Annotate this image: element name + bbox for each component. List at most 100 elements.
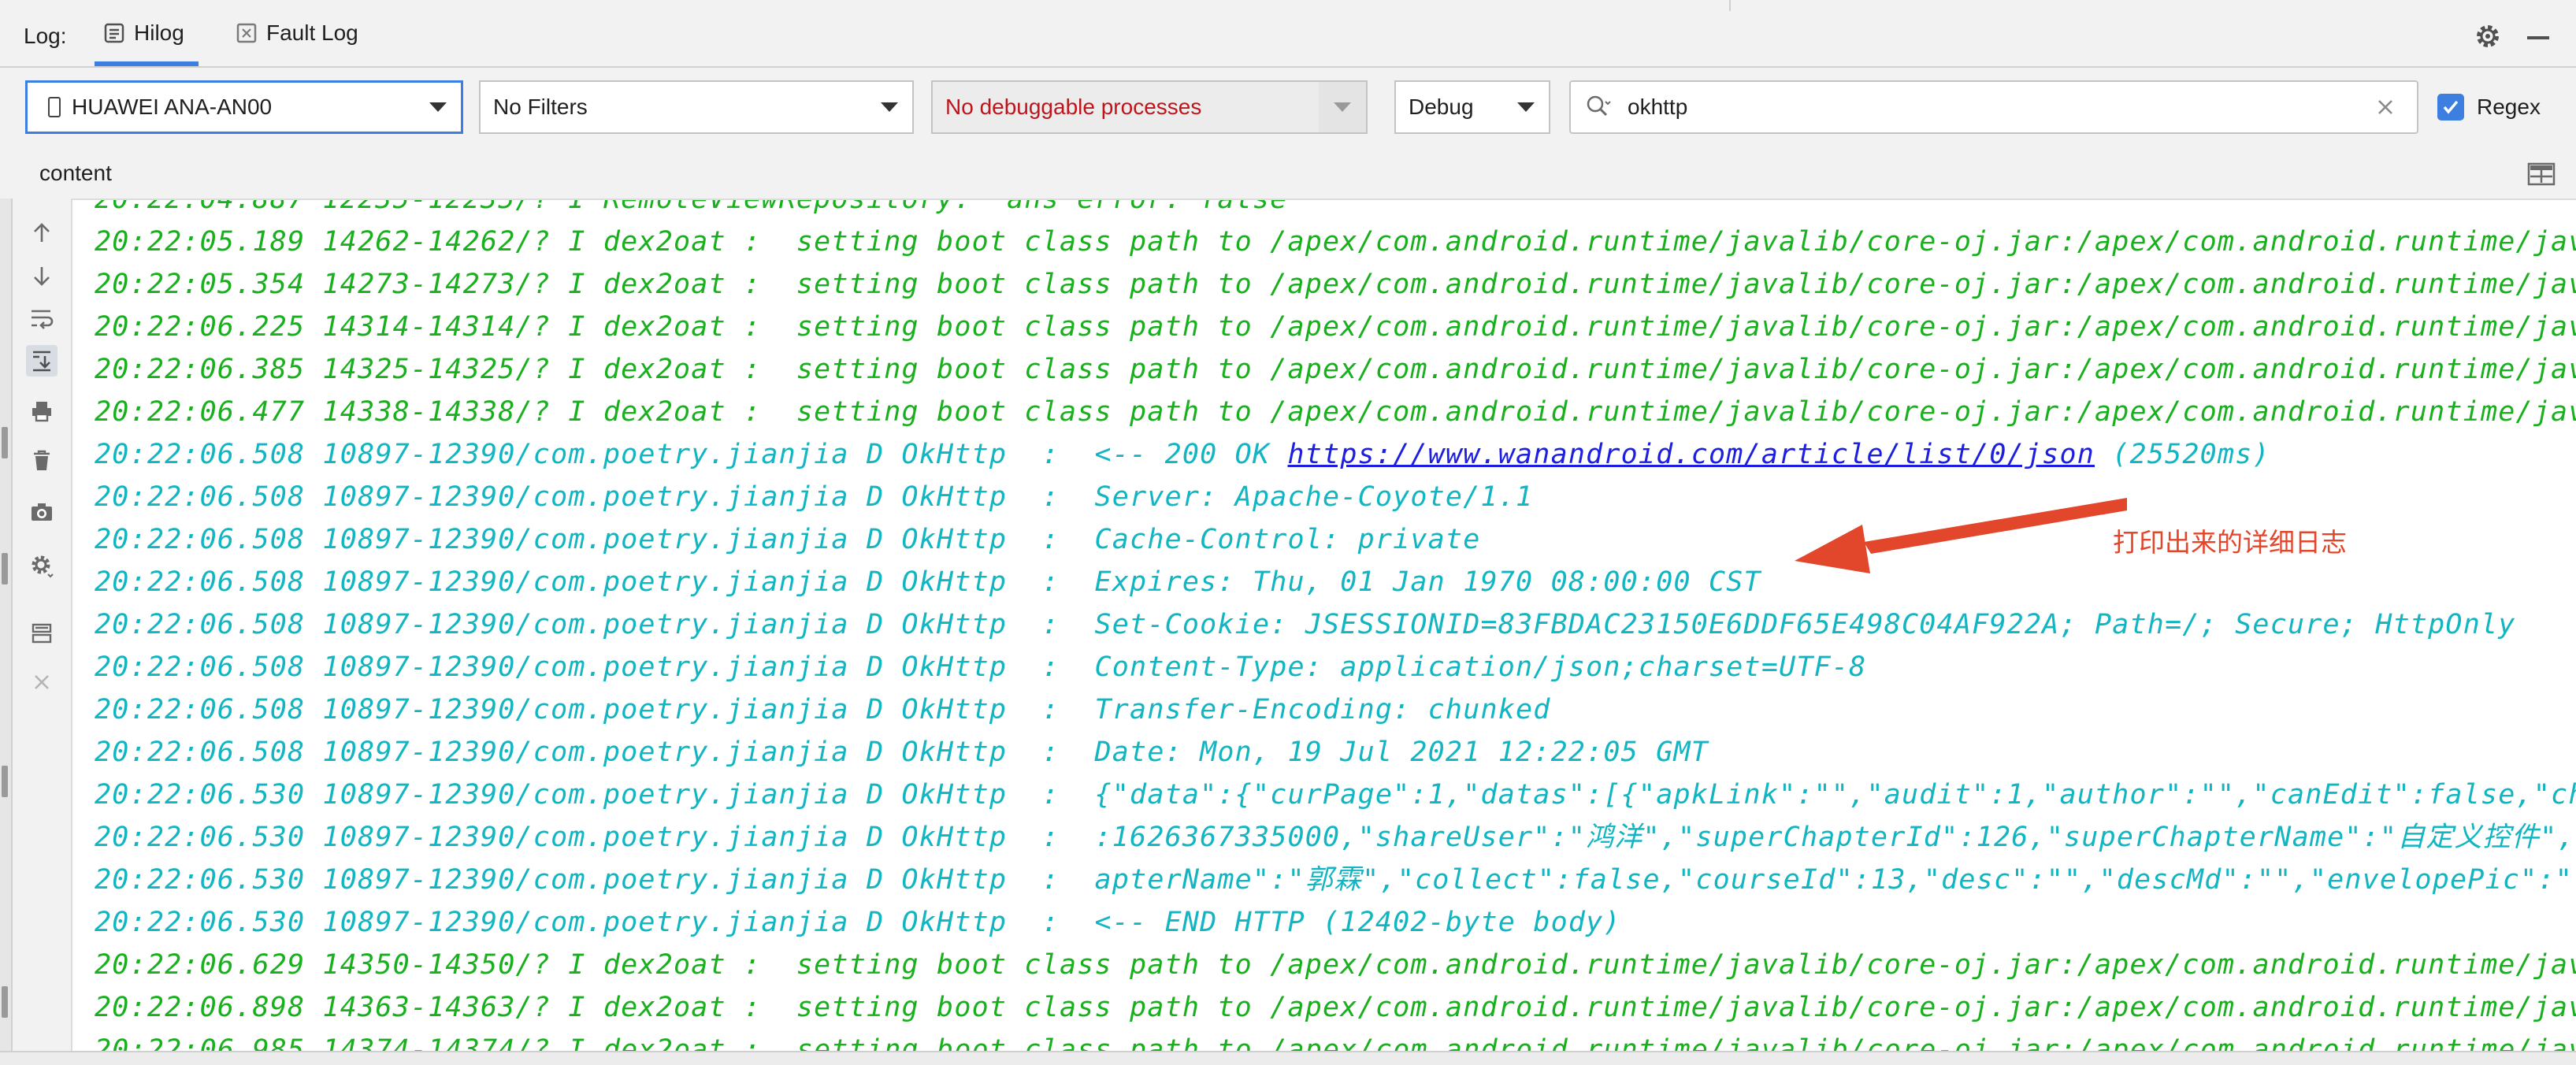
scroll-up-icon[interactable] (26, 217, 58, 249)
checkbox-checked-icon (2437, 94, 2464, 121)
clear-search-icon[interactable] (2371, 93, 2400, 121)
log-line: 20:22:06.508 10897-12390/com.poetry.jian… (95, 476, 2576, 518)
device-dropdown[interactable]: HUAWEI ANA-AN00 (25, 80, 463, 134)
log-line-prefix: 20:22:05.189 14262-14262/? I dex2oat : (95, 226, 779, 258)
log-line-prefix: 20:22:06.530 10897-12390/com.poetry.jian… (95, 779, 1095, 811)
process-value: No debuggable processes (933, 95, 1319, 120)
log-line-message: setting boot class path to /apex/com.and… (779, 949, 2576, 981)
log-line-message: <-- 200 OK (1095, 439, 1288, 470)
log-line-message: :1626367335000,"shareUser":"鸿洋","superCh… (1095, 822, 2576, 853)
log-label: Log: (24, 24, 67, 49)
content-header: content (0, 147, 2576, 200)
active-tab-indicator (95, 61, 199, 66)
log-line-prefix: 20:22:06.477 14338-14338/? I dex2oat : (95, 396, 779, 428)
log-line-message: Transfer-Encoding: chunked (1095, 694, 1551, 725)
log-line-message: Date: Mon, 19 Jul 2021 12:22:05 GMT (1095, 737, 1709, 768)
log-line-message: Content-Type: application/json;charset=U… (1095, 651, 1867, 683)
log-level-dropdown[interactable]: Debug (1394, 80, 1550, 134)
fault-log-icon (235, 21, 258, 45)
search-icon[interactable] (1585, 94, 1612, 121)
log-level-value: Debug (1396, 95, 1517, 120)
chevron-down-icon (429, 102, 447, 112)
log-url-link[interactable]: https://www.wanandroid.com/article/list/… (1288, 439, 2095, 470)
close-icon[interactable] (26, 666, 58, 698)
screenshot-icon[interactable] (26, 496, 58, 528)
minimize-icon[interactable] (2527, 36, 2549, 39)
log-line-prefix: 20:22:06.530 10897-12390/com.poetry.jian… (95, 822, 1095, 853)
soft-wrap-icon[interactable] (26, 302, 58, 334)
log-line-message: Set-Cookie: JSESSIONID=83FBDAC23150E6DDF… (1095, 609, 2516, 640)
log-line-prefix: 20:22:06.898 14363-14363/? I dex2oat : (95, 992, 779, 1023)
log-line-prefix: 20:22:06.385 14325-14325/? I dex2oat : (95, 354, 779, 385)
log-line: 20:22:06.629 14350-14350/? I dex2oat : s… (95, 944, 2576, 986)
log-line: 20:22:06.477 14338-14338/? I dex2oat : s… (95, 391, 2576, 433)
bug-icon (102, 21, 126, 45)
log-line-message: setting boot class path to /apex/com.and… (779, 396, 2576, 428)
log-output[interactable]: 20:22:04.887 12235-12235/? I RemoteViewR… (72, 200, 2576, 1051)
regex-label: Regex (2477, 95, 2541, 120)
log-line: 20:22:06.385 14325-14325/? I dex2oat : s… (95, 348, 2576, 391)
strip-tab[interactable] (2, 986, 8, 1018)
log-line-prefix: 20:22:06.508 10897-12390/com.poetry.jian… (95, 737, 1095, 768)
process-dropdown[interactable]: No debuggable processes (931, 80, 1368, 134)
log-line-message: {"data":{"curPage":1,"datas":[{"apkLink"… (1095, 779, 2576, 811)
regex-checkbox[interactable]: Regex (2437, 91, 2541, 123)
log-line-message: setting boot class path to /apex/com.and… (779, 992, 2576, 1023)
log-line-prefix: 20:22:06.530 10897-12390/com.poetry.jian… (95, 907, 1095, 938)
log-line: 20:22:06.530 10897-12390/com.poetry.jian… (95, 774, 2576, 816)
scroll-to-end-icon[interactable] (26, 345, 58, 377)
log-line: 20:22:06.225 14314-14314/? I dex2oat : s… (95, 306, 2576, 348)
filters-dropdown[interactable]: No Filters (479, 80, 914, 134)
log-line-prefix: 20:22:06.985 14374-14374/? I dex2oat : (95, 1034, 779, 1051)
settings-icon[interactable] (26, 550, 58, 581)
log-line-message: apterName":"郭霖","collect":false,"courseI… (1095, 864, 2576, 896)
log-line: 20:22:06.508 10897-12390/com.poetry.jian… (95, 646, 2576, 688)
phone-icon (48, 97, 61, 117)
search-input[interactable]: okhttp (1569, 80, 2418, 134)
log-line-prefix: 20:22:06.508 10897-12390/com.poetry.jian… (95, 651, 1095, 683)
strip-tab[interactable] (2, 427, 8, 458)
log-line-message: setting boot class path to /apex/com.and… (779, 311, 2576, 343)
log-line-prefix: 20:22:04.887 12235-12235/? I RemoteViewR… (95, 200, 989, 215)
clear-log-icon[interactable] (26, 444, 58, 476)
content-label: content (39, 161, 112, 186)
gear-icon[interactable] (2474, 22, 2502, 50)
filter-toolbar: HUAWEI ANA-AN00 No Filters No debuggable… (0, 68, 2576, 147)
log-line-prefix: 20:22:06.508 10897-12390/com.poetry.jian… (95, 439, 1095, 470)
log-line-prefix: 20:22:06.508 10897-12390/com.poetry.jian… (95, 524, 1095, 555)
log-line: 20:22:05.189 14262-14262/? I dex2oat : s… (95, 221, 2576, 263)
log-line-message: setting boot class path to /apex/com.and… (779, 269, 2576, 300)
log-line-message: setting boot class path to /apex/com.and… (779, 1034, 2576, 1051)
log-line-message: Server: Apache-Coyote/1.1 (1095, 481, 1534, 513)
strip-tab[interactable] (2, 553, 8, 584)
log-line-prefix: 20:22:06.629 14350-14350/? I dex2oat : (95, 949, 779, 981)
log-line: 20:22:06.508 10897-12390/com.poetry.jian… (95, 433, 2576, 476)
tab-hilog[interactable]: Hilog (102, 0, 184, 66)
strip-tab[interactable] (2, 766, 8, 797)
log-action-sidebar (13, 199, 72, 1063)
scroll-down-icon[interactable] (26, 260, 58, 291)
log-line: 20:22:05.354 14273-14273/? I dex2oat : s… (95, 263, 2576, 306)
print-icon[interactable] (26, 395, 58, 427)
log-line: 20:22:06.530 10897-12390/com.poetry.jian… (95, 816, 2576, 859)
search-value: okhttp (1612, 95, 2371, 120)
divider (1729, 0, 1731, 11)
log-line-message: Cache-Control: private (1095, 524, 1481, 555)
tab-fault-log[interactable]: Fault Log (235, 0, 358, 66)
layout-icon[interactable] (26, 618, 58, 649)
log-line-duration: (25520ms) (2095, 439, 2270, 470)
device-value: HUAWEI ANA-AN00 (61, 95, 429, 120)
log-line-prefix: 20:22:06.508 10897-12390/com.poetry.jian… (95, 481, 1095, 513)
log-line-prefix: 20:22:06.508 10897-12390/com.poetry.jian… (95, 566, 1095, 598)
chevron-down-icon (881, 102, 898, 112)
log-line: 20:22:06.508 10897-12390/com.poetry.jian… (95, 731, 2576, 774)
log-line: 20:22:06.985 14374-14374/? I dex2oat : s… (95, 1029, 2576, 1051)
log-line: 20:22:06.898 14363-14363/? I dex2oat : s… (95, 986, 2576, 1029)
layout-icon[interactable] (2527, 162, 2556, 186)
log-line-prefix: 20:22:06.530 10897-12390/com.poetry.jian… (95, 864, 1095, 896)
log-line: 20:22:06.508 10897-12390/com.poetry.jian… (95, 603, 2576, 646)
log-line-message: <-- END HTTP (12402-byte body) (1095, 907, 1621, 938)
log-line: 20:22:06.530 10897-12390/com.poetry.jian… (95, 859, 2576, 901)
log-line-message: ans error: false (989, 200, 1288, 215)
log-lines: 20:22:04.887 12235-12235/? I RemoteViewR… (95, 200, 2576, 1051)
